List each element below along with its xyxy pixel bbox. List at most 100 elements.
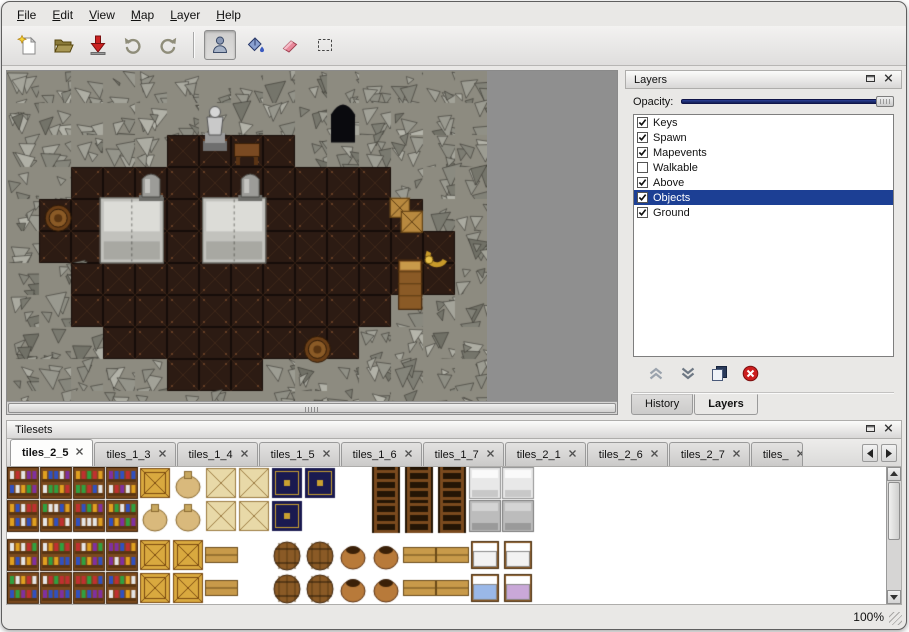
- float-panel-button[interactable]: [863, 73, 878, 86]
- tileset-tab-tiles_2_7[interactable]: tiles_2_7: [669, 442, 750, 466]
- delete-layer-button[interactable]: [742, 365, 759, 385]
- close-tab-icon[interactable]: [568, 449, 577, 461]
- layer-checkbox[interactable]: [637, 147, 648, 158]
- layer-checkbox[interactable]: [637, 132, 648, 143]
- layer-row-objects[interactable]: Objects: [634, 190, 893, 205]
- tileset-tab-label: tiles_2_7: [681, 449, 725, 461]
- panel-tab-layers[interactable]: Layers: [694, 394, 757, 415]
- tileset-viewport: [6, 467, 902, 605]
- map-horizontal-scrollbar[interactable]: [7, 401, 617, 414]
- tileset-tab-label: tiles_1_4: [189, 449, 233, 461]
- vertical-scrollbar-track[interactable]: [887, 481, 901, 590]
- close-tab-icon[interactable]: [650, 449, 659, 461]
- tileset-tab-tiles_1_3[interactable]: tiles_1_3: [94, 442, 175, 466]
- tilesets-panel-title: Tilesets: [15, 424, 53, 436]
- layer-row-above[interactable]: Above: [634, 175, 893, 190]
- layer-row-walkable[interactable]: Walkable: [634, 160, 893, 175]
- layer-toolbar: [633, 357, 894, 393]
- tileset-tab-tiles_2_1[interactable]: tiles_2_1: [505, 442, 586, 466]
- tileset-tab-bar: tiles_2_5tiles_1_3tiles_1_4tiles_1_5tile…: [6, 439, 902, 467]
- tileset-tab-tiles_1_4[interactable]: tiles_1_4: [177, 442, 258, 466]
- menu-item-file[interactable]: File: [10, 6, 43, 24]
- vertical-scrollbar-thumb[interactable]: [888, 482, 900, 540]
- tileset-tab-tiles_2_5[interactable]: tiles_2_5: [10, 439, 93, 466]
- close-panel-button[interactable]: [881, 423, 896, 436]
- layer-row-spawn[interactable]: Spawn: [634, 130, 893, 145]
- close-panel-button[interactable]: [881, 73, 896, 86]
- layers-panel-title: Layers: [634, 74, 667, 86]
- vertical-splitter[interactable]: [618, 70, 625, 415]
- tileset-canvas[interactable]: [7, 467, 886, 604]
- eraser-tool-icon: [279, 34, 301, 56]
- menu-item-view[interactable]: View: [82, 6, 122, 24]
- redo-button[interactable]: [152, 30, 184, 60]
- panel-tab-bar: HistoryLayers: [625, 393, 902, 415]
- menu-item-help[interactable]: Help: [209, 6, 248, 24]
- close-tab-icon[interactable]: [158, 449, 167, 461]
- layer-row-mapevents[interactable]: Mapevents: [634, 145, 893, 160]
- resize-grip[interactable]: [889, 612, 902, 625]
- move-layer-down-icon: [679, 365, 697, 385]
- horizontal-scrollbar-thumb[interactable]: [8, 403, 616, 413]
- new-button[interactable]: [12, 30, 44, 60]
- map-canvas[interactable]: [7, 71, 487, 401]
- close-tab-icon[interactable]: [404, 449, 413, 461]
- eraser-tool-button[interactable]: [274, 30, 306, 60]
- menu-item-layer[interactable]: Layer: [163, 6, 207, 24]
- close-tab-icon[interactable]: [732, 449, 741, 461]
- toolbar: [2, 26, 906, 66]
- tileset-tab-tiles_1_7[interactable]: tiles_1_7: [423, 442, 504, 466]
- fill-tool-icon: [244, 34, 266, 56]
- open-button[interactable]: [47, 30, 79, 60]
- tileset-tab-label: tiles_1_7: [435, 449, 479, 461]
- layer-checkbox[interactable]: [637, 162, 648, 173]
- move-layer-up-icon: [647, 365, 665, 385]
- stamp-tool-button[interactable]: [204, 30, 236, 60]
- close-tab-icon[interactable]: [75, 447, 84, 459]
- tileset-tab-label: tiles_: [763, 449, 789, 461]
- duplicate-layer-button[interactable]: [711, 365, 728, 385]
- new-file-icon: [17, 34, 39, 56]
- save-button[interactable]: [82, 30, 114, 60]
- main-row: Layers Opacity: KeysSpawnMapeventsWalkab…: [2, 66, 906, 415]
- opacity-slider-handle[interactable]: [876, 96, 894, 107]
- float-panel-icon: [865, 73, 876, 86]
- float-panel-button[interactable]: [863, 423, 878, 436]
- layers-panel: Layers Opacity: KeysSpawnMapeventsWalkab…: [625, 70, 902, 415]
- opacity-row: Opacity:: [625, 89, 902, 112]
- close-tab-icon[interactable]: [322, 449, 331, 461]
- layer-checkbox[interactable]: [637, 207, 648, 218]
- scroll-up-button[interactable]: [887, 467, 901, 481]
- tileset-tab-tiles_1_5[interactable]: tiles_1_5: [259, 442, 340, 466]
- close-tab-icon[interactable]: [796, 449, 803, 461]
- close-tab-icon[interactable]: [486, 449, 495, 461]
- scroll-down-button[interactable]: [887, 590, 901, 604]
- opacity-slider[interactable]: [681, 95, 894, 108]
- save-icon: [87, 34, 109, 56]
- opacity-label: Opacity:: [633, 96, 673, 108]
- select-tool-button[interactable]: [309, 30, 341, 60]
- tileset-tab-tiles_1_6[interactable]: tiles_1_6: [341, 442, 422, 466]
- scroll-tabs-right-button[interactable]: [881, 444, 897, 462]
- tileset-vertical-scrollbar[interactable]: [886, 467, 901, 604]
- tileset-canvas-area: [7, 467, 886, 604]
- layer-row-ground[interactable]: Ground: [634, 205, 893, 220]
- undo-button[interactable]: [117, 30, 149, 60]
- menu-item-map[interactable]: Map: [124, 6, 161, 24]
- layer-checkbox[interactable]: [637, 192, 648, 203]
- map-viewport: [7, 71, 617, 401]
- move-layer-down-button[interactable]: [679, 365, 697, 385]
- layer-row-keys[interactable]: Keys: [634, 115, 893, 130]
- panel-tab-history[interactable]: History: [631, 394, 693, 415]
- layer-label: Above: [653, 177, 684, 189]
- layer-checkbox[interactable]: [637, 117, 648, 128]
- tileset-tab-tiles_2_6[interactable]: tiles_2_6: [587, 442, 668, 466]
- layer-checkbox[interactable]: [637, 177, 648, 188]
- menu-item-edit[interactable]: Edit: [45, 6, 80, 24]
- scroll-tabs-left-button[interactable]: [862, 444, 878, 462]
- tileset-tab-tiles_[interactable]: tiles_: [751, 442, 803, 466]
- tab-scroll-buttons: [861, 444, 898, 466]
- close-tab-icon[interactable]: [240, 449, 249, 461]
- fill-tool-button[interactable]: [239, 30, 271, 60]
- move-layer-up-button[interactable]: [647, 365, 665, 385]
